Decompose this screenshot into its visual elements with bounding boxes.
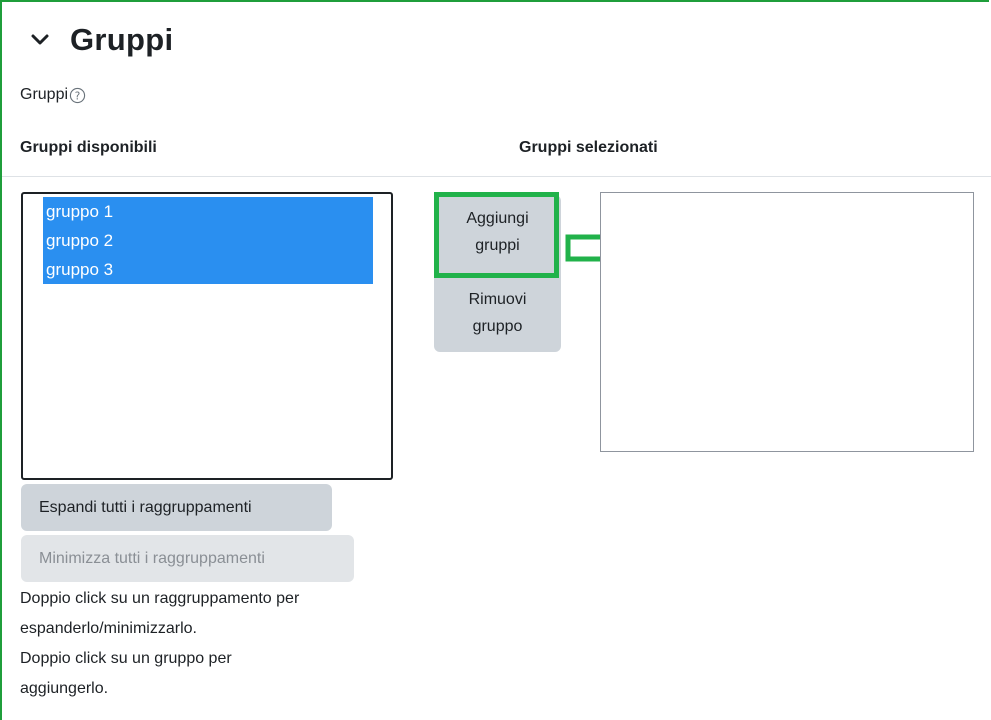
section-header[interactable]: Gruppi [30, 22, 173, 58]
help-icon[interactable]: ? [69, 87, 86, 104]
field-label: Gruppi ? [20, 86, 86, 104]
remove-group-label-line1: Rimuovi [468, 291, 527, 308]
remove-group-label-line2: gruppo [472, 318, 523, 335]
hint-text-line2: espanderlo/minimizzarlo. [20, 620, 197, 637]
highlight-box [434, 192, 559, 278]
remove-group-button[interactable]: Rimuovi gruppo [434, 275, 561, 352]
available-groups-label: Gruppi disponibili [20, 139, 157, 156]
chevron-down-icon[interactable] [30, 30, 50, 50]
list-item[interactable]: gruppo 2 [43, 226, 373, 255]
collapse-all-button[interactable]: Minimizza tutti i raggruppamenti [21, 535, 354, 582]
available-groups-list[interactable]: gruppo 1 gruppo 2 gruppo 3 [21, 192, 393, 480]
hint-text-line1: Doppio click su un raggruppamento per [20, 590, 300, 607]
list-item[interactable]: gruppo 3 [43, 255, 373, 284]
hint-text-line4: aggiungerlo. [20, 680, 109, 697]
selected-groups-label: Gruppi selezionati [519, 139, 658, 156]
list-item[interactable]: gruppo 1 [43, 197, 373, 226]
expand-all-button[interactable]: Espandi tutti i raggruppamenti [21, 484, 332, 531]
section-title: Gruppi [70, 22, 174, 57]
field-label-text: Gruppi [20, 86, 69, 103]
selected-groups-list[interactable] [600, 192, 974, 452]
hint-text-line3: Doppio click su un gruppo per [20, 650, 232, 667]
divider [2, 176, 991, 177]
svg-text:?: ? [75, 90, 81, 102]
